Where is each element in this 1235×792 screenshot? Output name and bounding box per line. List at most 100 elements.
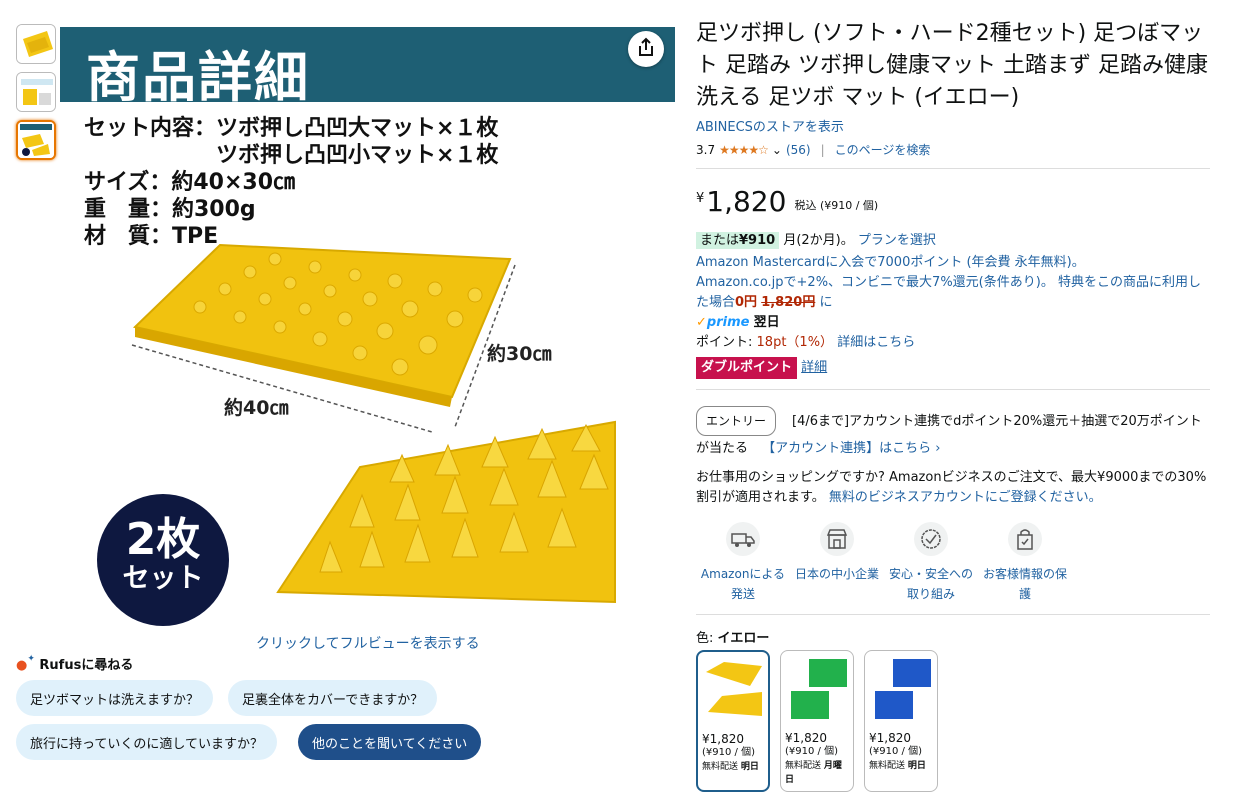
installment-row: または¥910 月(2か月)。 プランを選択 <box>696 231 1211 251</box>
entry-button[interactable]: エントリー <box>696 406 777 436</box>
feature-label: Amazonによる発送 <box>700 567 786 601</box>
spec-line: ツボ押し凸凹小マット×１枚 <box>84 143 499 168</box>
points-label: ポイント: <box>696 335 753 350</box>
rufus-question-chip[interactable]: 旅行に持っていくのに適していますか？ <box>16 724 277 760</box>
swatch-per-unit: (¥910 / 個) <box>702 747 755 758</box>
product-title: 足ツボ押し (ソフト・ハード2種セット) 足つぼマット 足踏み ツボ押し健康マッ… <box>696 21 1208 110</box>
spec-line: 材 質：TPE <box>84 224 219 249</box>
swatch-blue[interactable]: ¥1,820 (¥910 / 個) 無料配送 明日 <box>864 650 938 792</box>
divider <box>696 168 1210 169</box>
truck-icon <box>726 522 760 556</box>
color-selector-label: 色: イエロー <box>696 627 1211 646</box>
store-icon <box>820 522 854 556</box>
double-point-detail-link[interactable]: 詳細 <box>801 360 827 375</box>
swatch-yellow[interactable]: ¥1,820 (¥910 / 個) 無料配送 明日 <box>696 650 770 792</box>
rufus-ask-other-button[interactable]: 他のことを聞いてください <box>298 724 482 760</box>
rating-value: 3.7 <box>696 142 716 157</box>
color-swatches: ¥1,820 (¥910 / 個) 無料配送 明日 ¥1,820 (¥910 / 個)… <box>696 650 1211 792</box>
spec-text: セット内容：ツボ押し凸凹大マット×１枚 ツボ押し凸凹小マット×１枚 サイズ：約40… <box>84 115 498 250</box>
plan-select-link[interactable]: プランを選択 <box>858 233 936 248</box>
banner-title: 商品詳細 <box>86 46 310 109</box>
swatch-green[interactable]: ¥1,820 (¥910 / 個) 無料配送 月曜日 <box>780 650 854 792</box>
store-link[interactable]: ABINECSのストアを表示 <box>696 116 1211 135</box>
installment-suffix: 月(2か月)。 <box>783 233 854 248</box>
points-detail-link[interactable]: 詳細はこちら <box>837 335 915 350</box>
campaign-row: エントリー [4/6まで]アカウント連携でdポイント20%還元＋抽選で20万ポイン… <box>696 406 1211 462</box>
rufus-question-chip[interactable]: 足裏全体をカバーできますか？ <box>228 680 438 716</box>
share-button[interactable] <box>628 31 664 67</box>
cashback-original: 1,820円 <box>761 295 816 310</box>
prime-row: ✓prime 翌日 <box>696 313 1211 333</box>
installment-amount: ¥910 <box>739 233 776 248</box>
price-row: ¥ 1,820 税込 (¥910 / 個) <box>696 187 1211 217</box>
badge-line2: セット <box>122 563 204 594</box>
feature-item[interactable]: 安心・安全への取り組み <box>884 522 978 604</box>
swatch-ship-day: 明日 <box>907 761 926 771</box>
prime-logo: prime <box>706 315 750 330</box>
badge-check-icon <box>914 522 948 556</box>
tax-note: 税込 (¥910 / 個) <box>794 199 879 212</box>
thumbnail-2[interactable] <box>16 72 56 112</box>
feature-icons: Amazonによる発送 日本の中小企業 安心・安全への取り組み お客様情報の保護 <box>696 522 1211 604</box>
points-value: 18pt（1%） <box>756 335 834 350</box>
swatch-price: ¥1,820 <box>785 731 827 745</box>
rufus-heading: ●✦ Rufusに尋ねる <box>16 654 134 673</box>
rufus-icon: ● <box>16 658 28 673</box>
swatch-image <box>869 655 933 723</box>
swatch-image <box>702 656 764 724</box>
color-label: 色: <box>696 631 714 646</box>
divider <box>696 614 1210 615</box>
feature-label: 日本の中小企業 <box>794 567 879 581</box>
prime-check-icon: ✓ <box>696 315 707 330</box>
account-link[interactable]: 【アカウント連携】はこちら › <box>762 441 940 456</box>
mastercard-link[interactable]: Amazon Mastercardに入会で7000ポイント (年会費 永年無料)… <box>696 253 1211 273</box>
star-rating-icon[interactable]: ★★★★☆ <box>719 143 769 157</box>
business-row: お仕事用のショッピングですか? Amazonビジネスのご注文で、最大¥9000ま… <box>696 468 1211 508</box>
divider <box>696 389 1210 390</box>
rufus-title: Rufusに尋ねる <box>39 658 134 673</box>
feature-label: お客様情報の保護 <box>982 567 1067 601</box>
spec-line: 重 量：約300g <box>84 197 256 222</box>
price-value: 1,820 <box>706 185 787 218</box>
installment-tag: または¥910 <box>696 232 780 249</box>
product-info-panel: 足ツボ押し (ソフト・ハード2種セット) 足つぼマット 足踏み ツボ押し健康マッ… <box>696 18 1211 792</box>
thumbnail-strip <box>16 24 56 168</box>
chevron-down-icon[interactable]: ⌄ <box>772 143 782 157</box>
rufus-question-chip[interactable]: 足ツボマットは洗えますか？ <box>16 680 214 716</box>
prime-delivery: 翌日 <box>753 315 780 330</box>
feature-label: 安心・安全への取り組み <box>888 567 973 601</box>
business-link[interactable]: 無料のビジネスアカウントにご登録ください。 <box>829 490 1102 505</box>
lock-bag-icon <box>1008 522 1042 556</box>
swatch-ship-day: 明日 <box>740 762 759 772</box>
installment-prefix: または <box>700 233 740 248</box>
swatch-shipping: 無料配送 <box>785 761 822 771</box>
points-row: ポイント: 18pt（1%） 詳細はこちら <box>696 333 1211 353</box>
badge-line1: 2枚 <box>125 514 201 565</box>
cashback-row: Amazon.co.jpで+2%、コンビニで最大7%還元(条件あり)。 特典をこ… <box>696 273 1211 313</box>
spec-line: サイズ：約40×30㎝ <box>84 170 296 195</box>
thumbnail-3-selected[interactable] <box>16 120 56 160</box>
feature-item[interactable]: 日本の中小企業 <box>790 522 884 604</box>
swatch-price: ¥1,820 <box>702 732 744 746</box>
swatch-shipping: 無料配送 <box>869 761 906 771</box>
dimension-width: 約40㎝ <box>224 397 289 419</box>
search-page-link[interactable]: このページを検索 <box>835 141 931 158</box>
image-banner: 商品詳細 <box>60 27 675 109</box>
cashback-end: に <box>819 295 833 310</box>
double-point-badge: ダブルポイント <box>696 357 798 379</box>
swatch-per-unit: (¥910 / 個) <box>869 746 922 757</box>
double-point-row: ダブルポイント 詳細 <box>696 357 1211 379</box>
thumbnail-1[interactable] <box>16 24 56 64</box>
share-icon <box>637 37 655 61</box>
fullview-link[interactable]: クリックしてフルビューを表示する <box>256 633 480 653</box>
swatch-price: ¥1,820 <box>869 731 911 745</box>
feature-item[interactable]: お客様情報の保護 <box>978 522 1072 604</box>
price-symbol: ¥ <box>696 191 705 206</box>
feature-item[interactable]: Amazonによる発送 <box>696 522 790 604</box>
two-piece-badge: 2枚 セット <box>97 494 229 626</box>
main-product-image[interactable]: 商品詳細 セット内容：ツボ押し凸凹大マット×１枚 ツボ押し凸凹小マット×１枚 サイ… <box>60 27 680 630</box>
swatch-image <box>785 655 849 723</box>
rating-row: 3.7 ★★★★☆ ⌄ (56) | このページを検索 <box>696 141 931 158</box>
cashback-zero: 0円 <box>735 295 758 310</box>
rating-count-link[interactable]: (56) <box>786 143 811 157</box>
